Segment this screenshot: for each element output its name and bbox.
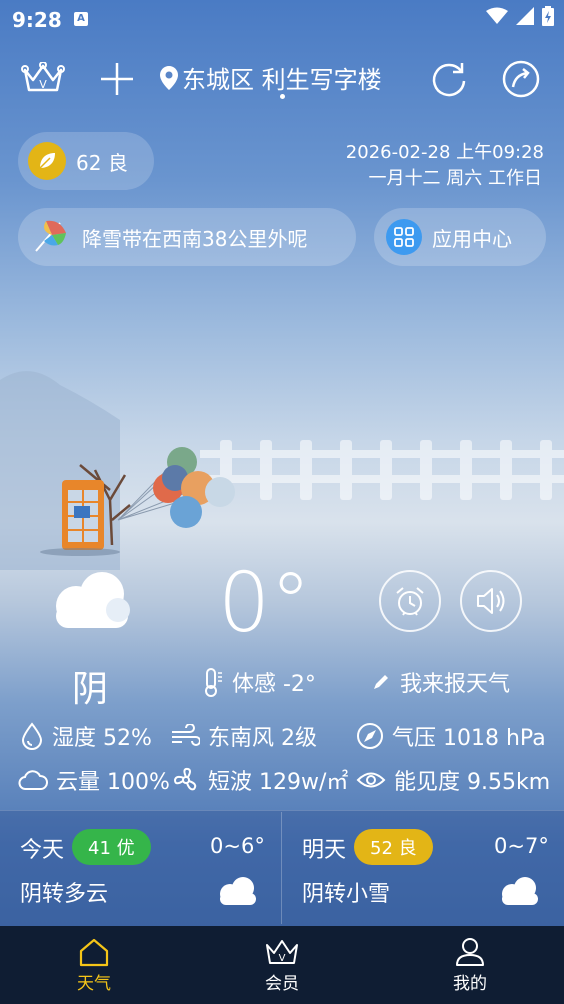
status-icons	[486, 6, 554, 26]
location-selector[interactable]: 东城区 利生写字楼	[160, 60, 382, 95]
app-center-button[interactable]: 应用中心	[374, 208, 546, 266]
wind-icon	[172, 724, 200, 746]
page-indicator	[280, 94, 285, 99]
svg-text:V: V	[279, 953, 286, 964]
fan-icon	[173, 767, 197, 791]
wifi-icon	[486, 7, 508, 24]
forecast-panel	[0, 810, 564, 926]
bottom-navigation: 天气 V 会员 我的	[0, 926, 564, 1004]
cloud-cover-metric: 云量 100%	[18, 764, 170, 796]
nav-tab-profile[interactable]: 我的	[376, 926, 564, 1004]
notification-icon: A	[74, 12, 88, 26]
shortwave-radiation-metric: 短波 129w/㎡	[172, 764, 348, 796]
crown-icon[interactable]: V	[20, 56, 66, 102]
forecast-today-label: 今天	[20, 838, 65, 863]
location-pin-icon	[160, 65, 178, 90]
share-button[interactable]	[498, 56, 544, 102]
location-name: 东城区 利生写字楼	[182, 66, 382, 94]
lunar-date: 一月十二 周六 工作日	[368, 168, 542, 189]
alert-text: 降雪带在西南38公里外呢	[82, 226, 308, 251]
forecast-today-condition: 阴转多云	[20, 882, 109, 907]
share-icon	[502, 60, 540, 98]
aqi-value: 62 良	[76, 150, 128, 175]
humidity-metric: 湿度 52%	[20, 720, 152, 752]
weather-scene-illustration	[0, 371, 564, 570]
cloudy-icon-today	[220, 877, 256, 905]
pressure-metric: 气压 1018 hPa	[356, 720, 546, 752]
wind-metric: 东南风 2级	[170, 720, 317, 752]
precipitation-alert[interactable]: 降雪带在西南38公里外呢	[18, 208, 356, 266]
current-temperature: 0°	[218, 556, 312, 651]
plus-icon	[101, 63, 133, 95]
forecast-today-aqi-badge: 41 优	[72, 829, 151, 865]
weather-condition: 阴	[72, 669, 109, 710]
leaf-icon	[28, 142, 66, 180]
add-city-button[interactable]	[94, 56, 140, 102]
speaker-icon	[477, 588, 505, 614]
forecast-tomorrow-range: 0~7°	[494, 834, 549, 858]
cloud-outline-icon	[18, 770, 48, 790]
voice-broadcast-button[interactable]	[460, 570, 522, 632]
svg-text:V: V	[39, 78, 47, 91]
grid-icon	[386, 219, 422, 255]
umbrella-icon	[35, 220, 66, 252]
cloudy-icon-tomorrow	[502, 877, 538, 905]
droplet-icon	[21, 722, 43, 750]
status-time: 9:28	[12, 8, 62, 32]
forecast-tomorrow-aqi-badge: 52 良	[354, 829, 433, 865]
alarm-clock-icon	[396, 587, 424, 616]
battery-icon	[542, 6, 554, 26]
user-icon	[456, 937, 484, 966]
cloudy-weather-icon	[56, 572, 130, 628]
visibility-metric: 能见度 9.55km	[356, 764, 550, 796]
crown-icon: V	[266, 939, 298, 964]
pencil-icon	[374, 675, 388, 689]
alarm-button[interactable]	[379, 570, 441, 632]
forecast-divider	[281, 812, 282, 924]
report-weather-button[interactable]: 我来报天气	[372, 666, 510, 698]
home-icon	[79, 938, 109, 966]
date-time: 2026-02-28 上午09:28	[345, 142, 544, 163]
feels-like: 体感 -2°	[200, 666, 316, 698]
app-center-label: 应用中心	[432, 226, 512, 251]
thermometer-icon	[205, 668, 222, 697]
aqi-pill[interactable]: 62 良	[18, 132, 154, 190]
eye-icon	[356, 772, 386, 788]
signal-icon	[516, 7, 534, 25]
refresh-icon	[432, 63, 466, 97]
refresh-button[interactable]	[426, 56, 472, 102]
forecast-tomorrow-condition: 阴转小雪	[302, 882, 391, 907]
forecast-tomorrow-label: 明天	[302, 838, 347, 863]
nav-tab-member[interactable]: V 会员	[188, 926, 376, 1004]
forecast-today-range: 0~6°	[210, 834, 265, 858]
nav-tab-weather[interactable]: 天气	[0, 926, 188, 1004]
compass-icon	[357, 723, 383, 749]
